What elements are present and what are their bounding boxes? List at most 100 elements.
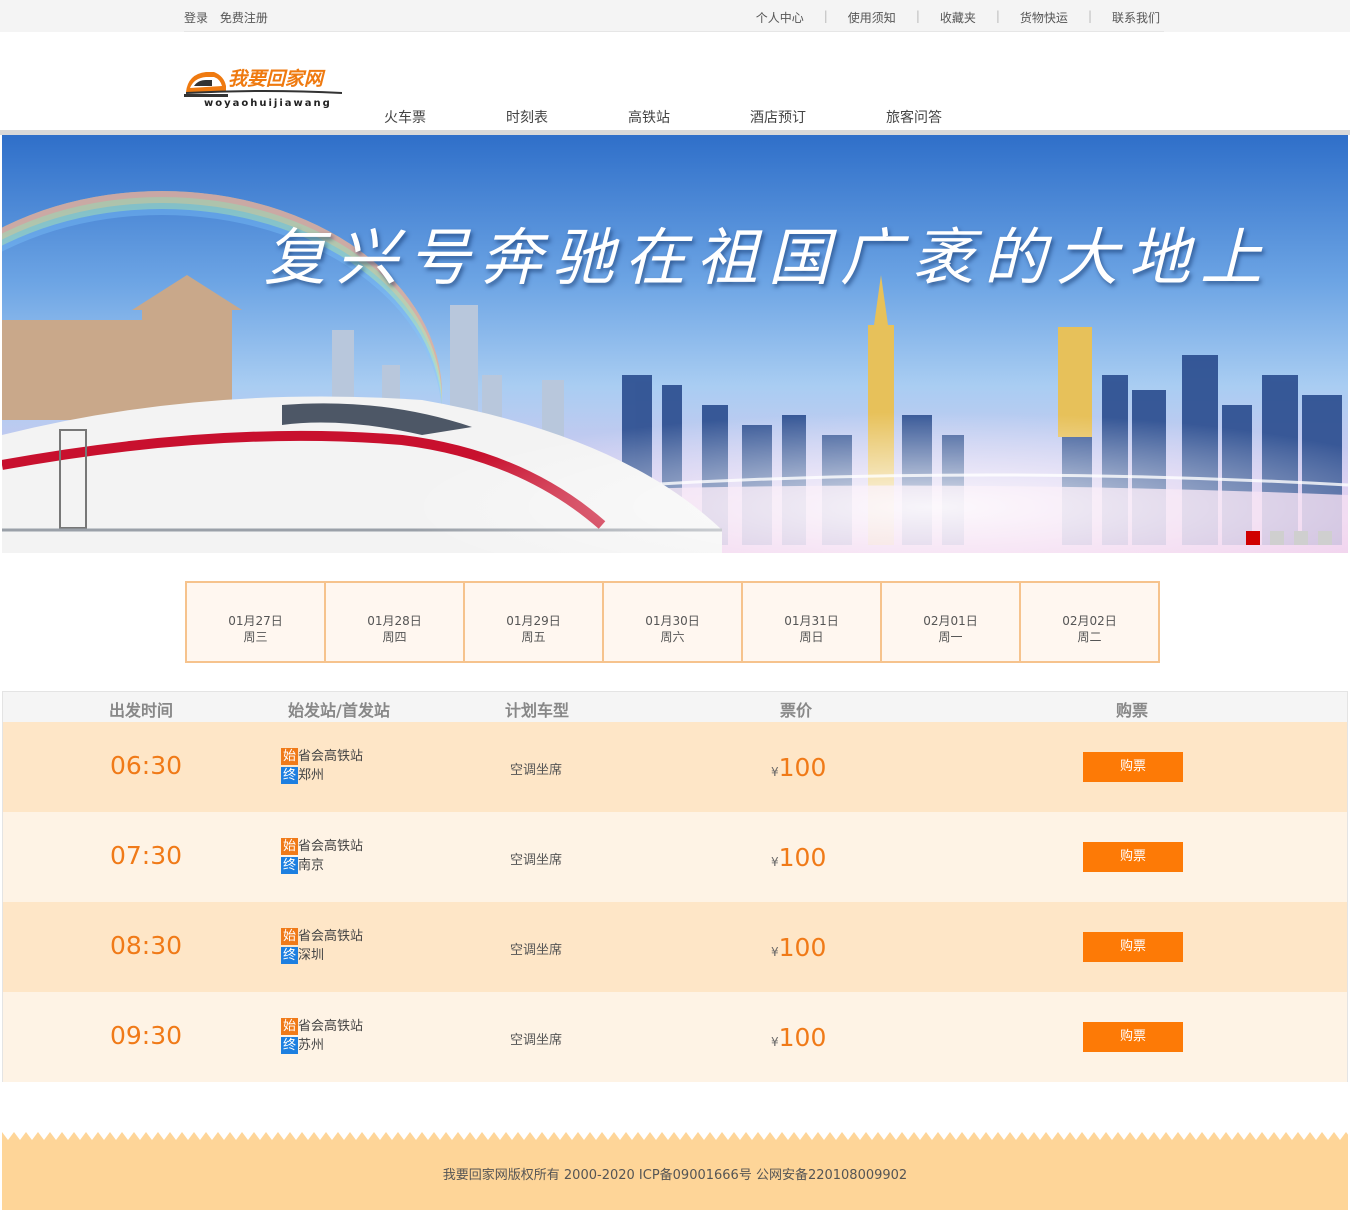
header-departure-time: 出发时间 xyxy=(109,701,174,720)
train-type: 空调坐席 xyxy=(510,943,563,958)
departure-time: 06:30 xyxy=(110,751,183,780)
departure-time: 09:30 xyxy=(110,1021,183,1050)
route-stations: 始省会高铁站 终苏州 xyxy=(281,1017,363,1055)
carousel-indicators xyxy=(1246,531,1332,545)
nav-train-tickets[interactable]: 火车票 xyxy=(384,107,506,127)
nav-hotel-booking[interactable]: 酒店预订 xyxy=(750,107,886,127)
header-price: 票价 xyxy=(780,701,813,720)
logo-pinyin-name: woyaohuijiawang xyxy=(204,98,332,109)
site-logo[interactable]: 我要回家网 woyaohuijiawang xyxy=(184,64,344,114)
train-type: 空调坐席 xyxy=(510,1033,563,1048)
route-stations: 始省会高铁站 终深圳 xyxy=(281,927,363,965)
date-label: 02月02日 xyxy=(1062,614,1117,628)
favorites-link[interactable]: 收藏夹 xyxy=(940,9,976,26)
table-header: 出发时间 始发站/首发站 计划车型 票价 购票 xyxy=(3,692,1347,722)
end-tag: 终 xyxy=(281,1037,298,1054)
price-value: 100 xyxy=(778,933,827,962)
weekday-label: 周日 xyxy=(799,630,824,644)
weekday-label: 周四 xyxy=(382,630,407,644)
date-option[interactable]: 01月29日 周五 xyxy=(465,583,604,661)
header-buy: 购票 xyxy=(1116,701,1149,720)
banner-slogan: 复兴号奔驰在祖国广袤的大地上 xyxy=(264,221,1273,294)
date-label: 01月28日 xyxy=(367,614,422,628)
nav-timetable[interactable]: 时刻表 xyxy=(506,107,628,127)
footer-zigzag-edge xyxy=(2,1132,1348,1140)
hero-banner[interactable]: 复兴号奔驰在祖国广袤的大地上 xyxy=(2,135,1348,553)
carousel-dot-4[interactable] xyxy=(1318,531,1332,545)
logo-underline xyxy=(186,90,342,94)
nav-traveler-qa[interactable]: 旅客问答 xyxy=(886,107,966,127)
currency-symbol: ¥ xyxy=(771,1035,779,1049)
register-link[interactable]: 免费注册 xyxy=(220,11,268,25)
origin-station: 省会高铁站 xyxy=(298,839,364,854)
price-value: 100 xyxy=(778,843,827,872)
date-label: 01月27日 xyxy=(228,614,283,628)
utility-links: 个人中心 | 使用须知 | 收藏夹 | 货物快运 | 联系我们 xyxy=(756,9,1160,26)
date-option[interactable]: 01月27日 周三 xyxy=(187,583,326,661)
date-option[interactable]: 01月30日 周六 xyxy=(604,583,743,661)
carousel-dot-2[interactable] xyxy=(1270,531,1284,545)
destination-station: 郑州 xyxy=(298,768,325,783)
departure-time: 07:30 xyxy=(110,841,183,870)
carousel-dot-1[interactable] xyxy=(1246,531,1260,545)
header: 我要回家网 woyaohuijiawang 火车票 时刻表 高铁站 酒店预订 旅… xyxy=(0,32,1350,130)
account-links: 登录 免费注册 xyxy=(184,9,276,26)
cargo-express-link[interactable]: 货物快运 xyxy=(1020,9,1068,26)
table-row: 09:30 始省会高铁站 终苏州 空调坐席 ¥100 购票 xyxy=(3,992,1347,1082)
origin-station: 省会高铁站 xyxy=(298,1019,364,1034)
date-option[interactable]: 01月31日 周日 xyxy=(743,583,882,661)
currency-symbol: ¥ xyxy=(771,765,779,779)
train-type: 空调坐席 xyxy=(510,853,563,868)
currency-symbol: ¥ xyxy=(771,855,779,869)
ticket-price: ¥100 xyxy=(771,933,826,962)
divider: | xyxy=(823,9,828,23)
currency-symbol: ¥ xyxy=(771,945,779,959)
train-schedule-table: 出发时间 始发站/首发站 计划车型 票价 购票 06:30 始省会高铁站 终郑州… xyxy=(2,691,1348,1082)
header-origin-station: 始发站/首发站 xyxy=(288,701,390,720)
destination-station: 深圳 xyxy=(298,948,325,963)
main-nav: 火车票 时刻表 高铁站 酒店预订 旅客问答 xyxy=(384,107,966,127)
divider: | xyxy=(995,9,1000,23)
buy-ticket-button[interactable]: 购票 xyxy=(1083,1022,1183,1052)
date-label: 01月30日 xyxy=(645,614,700,628)
copyright-text: 我要回家网版权所有 2000-2020 ICP备09001666号 公网安备22… xyxy=(442,1168,908,1183)
start-tag: 始 xyxy=(281,928,298,945)
divider: | xyxy=(915,9,920,23)
carousel-dot-3[interactable] xyxy=(1294,531,1308,545)
date-option[interactable]: 02月01日 周一 xyxy=(882,583,1021,661)
end-tag: 终 xyxy=(281,857,298,874)
nav-hsr-stations[interactable]: 高铁站 xyxy=(628,107,750,127)
weekday-label: 周六 xyxy=(660,630,685,644)
table-row: 07:30 始省会高铁站 终南京 空调坐席 ¥100 购票 xyxy=(3,812,1347,902)
header-train-type: 计划车型 xyxy=(505,701,570,720)
table-row: 08:30 始省会高铁站 终深圳 空调坐席 ¥100 购票 xyxy=(3,902,1347,992)
buy-ticket-button[interactable]: 购票 xyxy=(1083,842,1183,872)
usage-notice-link[interactable]: 使用须知 xyxy=(848,9,896,26)
train-type: 空调坐席 xyxy=(510,763,563,778)
login-link[interactable]: 登录 xyxy=(184,11,208,25)
date-option[interactable]: 02月02日 周二 xyxy=(1021,583,1160,661)
start-tag: 始 xyxy=(281,748,298,765)
weekday-label: 周三 xyxy=(243,630,268,644)
origin-station: 省会高铁站 xyxy=(298,749,364,764)
date-label: 01月29日 xyxy=(506,614,561,628)
ticket-price: ¥100 xyxy=(771,753,826,782)
route-stations: 始省会高铁站 终南京 xyxy=(281,837,363,875)
destination-station: 苏州 xyxy=(298,1038,325,1053)
price-value: 100 xyxy=(778,753,827,782)
banner-glow xyxy=(302,395,1348,553)
top-bar-inner: 登录 免费注册 个人中心 | 使用须知 | 收藏夹 | 货物快运 | 联系我们 xyxy=(184,0,1164,32)
price-value: 100 xyxy=(778,1023,827,1052)
footer: 我要回家网版权所有 2000-2020 ICP备09001666号 公网安备22… xyxy=(2,1132,1348,1210)
personal-center-link[interactable]: 个人中心 xyxy=(756,9,804,26)
date-label: 01月31日 xyxy=(784,614,839,628)
weekday-label: 周五 xyxy=(521,630,546,644)
ticket-price: ¥100 xyxy=(771,1023,826,1052)
ticket-price: ¥100 xyxy=(771,843,826,872)
start-tag: 始 xyxy=(281,1018,298,1035)
contact-us-link[interactable]: 联系我们 xyxy=(1112,9,1160,26)
buy-ticket-button[interactable]: 购票 xyxy=(1083,752,1183,782)
start-tag: 始 xyxy=(281,838,298,855)
date-option[interactable]: 01月28日 周四 xyxy=(326,583,465,661)
buy-ticket-button[interactable]: 购票 xyxy=(1083,932,1183,962)
